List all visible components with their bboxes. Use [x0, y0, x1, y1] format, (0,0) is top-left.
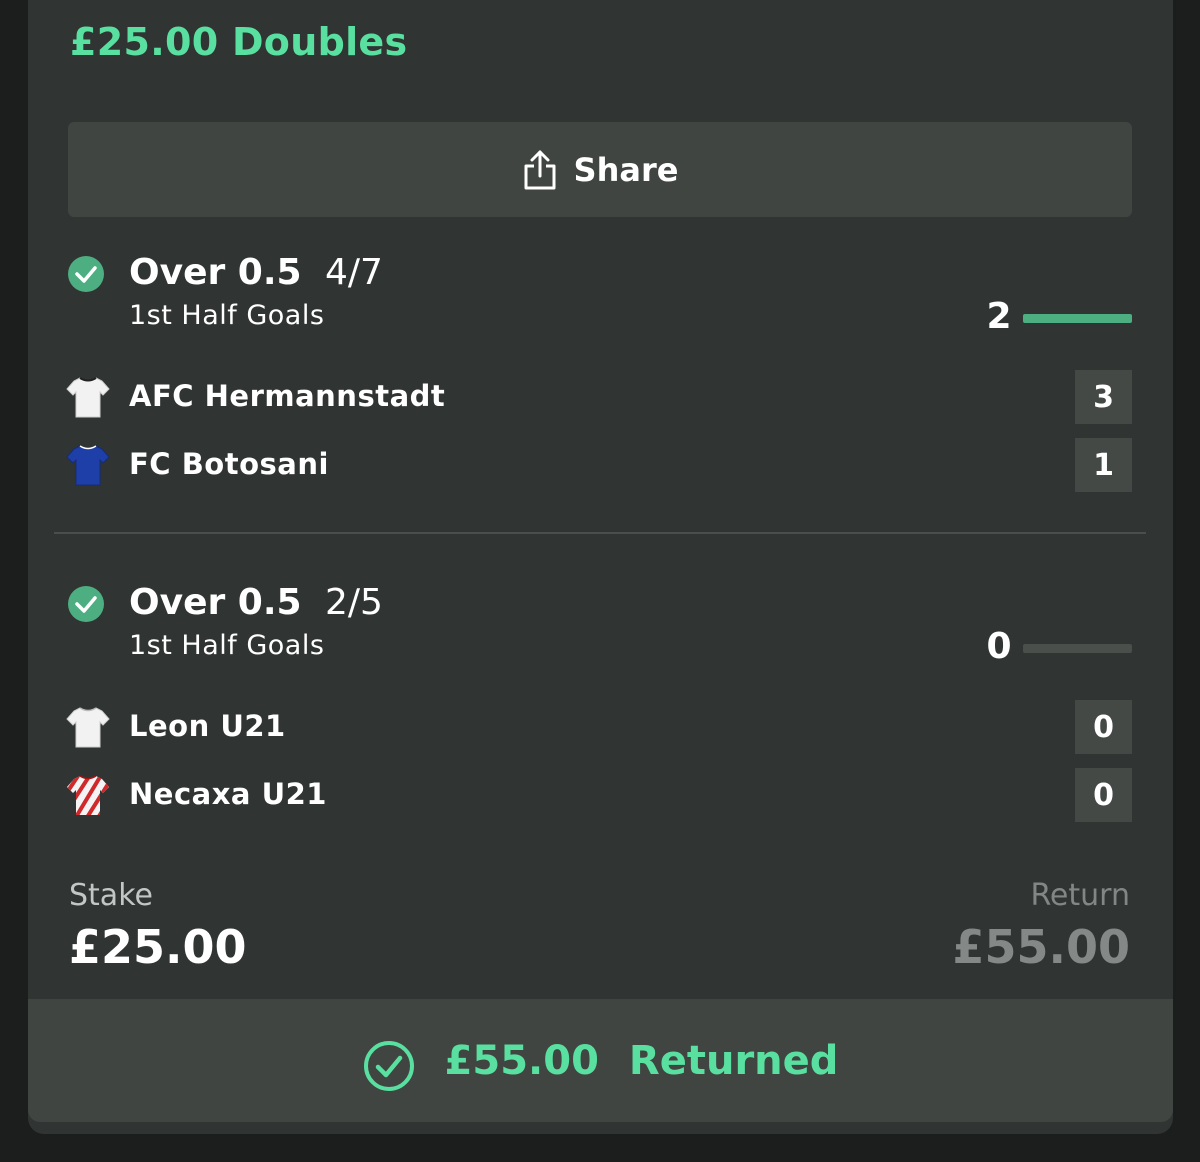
stake-label: Stake: [69, 878, 153, 913]
team-name: Necaxa U21: [129, 777, 327, 811]
blue-shirt-icon: [66, 445, 110, 486]
selection-odds: 4/7: [325, 252, 383, 293]
bet-card: £25.00 Doubles Share Over 0.5 4/7 1st Ha…: [28, 0, 1173, 1134]
team-name: AFC Hermannstadt: [129, 379, 446, 413]
bet-status: Returned: [628, 1037, 839, 1084]
progress-value: 0: [986, 626, 1012, 667]
bet-title: £25.00 Doubles: [70, 20, 408, 64]
team-row: Necaxa U21 0: [28, 768, 1173, 822]
progress-bar: [1023, 644, 1132, 653]
team-score: 0: [1075, 768, 1132, 822]
team-score: 3: [1075, 370, 1132, 424]
check-circle-icon: [68, 586, 104, 622]
selection-name: Over 0.5: [129, 252, 302, 293]
check-circle-icon: [68, 256, 104, 292]
team-row: FC Botosani 1: [28, 438, 1173, 492]
selection-odds: 2/5: [325, 582, 383, 623]
return-value: £55.00: [952, 920, 1130, 974]
progress-bar: [1023, 314, 1132, 323]
team-name: Leon U21: [129, 709, 286, 743]
return-label: Return: [1030, 878, 1130, 913]
market-name: 1st Half Goals: [129, 630, 325, 661]
leg-divider: [54, 532, 1146, 534]
team-score: 1: [1075, 438, 1132, 492]
returned-amount: £55.00: [444, 1037, 599, 1084]
check-circle-outline-icon: [363, 1040, 414, 1091]
share-label: Share: [573, 150, 679, 189]
team-row: Leon U21 0: [28, 700, 1173, 754]
team-score: 0: [1075, 700, 1132, 754]
share-icon: [524, 150, 556, 189]
red-white-striped-shirt-icon: [67, 775, 109, 815]
progress-value: 2: [986, 296, 1012, 337]
team-row: AFC Hermannstadt 3: [28, 370, 1173, 424]
selection-name: Over 0.5: [129, 582, 302, 623]
share-button[interactable]: Share: [68, 122, 1132, 217]
bet-result-footer: £55.00 Returned: [28, 999, 1173, 1122]
white-shirt-icon: [66, 377, 110, 418]
stake-value: £25.00: [69, 920, 247, 974]
market-name: 1st Half Goals: [129, 300, 325, 331]
white-shirt-icon: [66, 707, 110, 748]
team-name: FC Botosani: [129, 447, 329, 481]
progress-bar-fill: [1023, 314, 1132, 323]
